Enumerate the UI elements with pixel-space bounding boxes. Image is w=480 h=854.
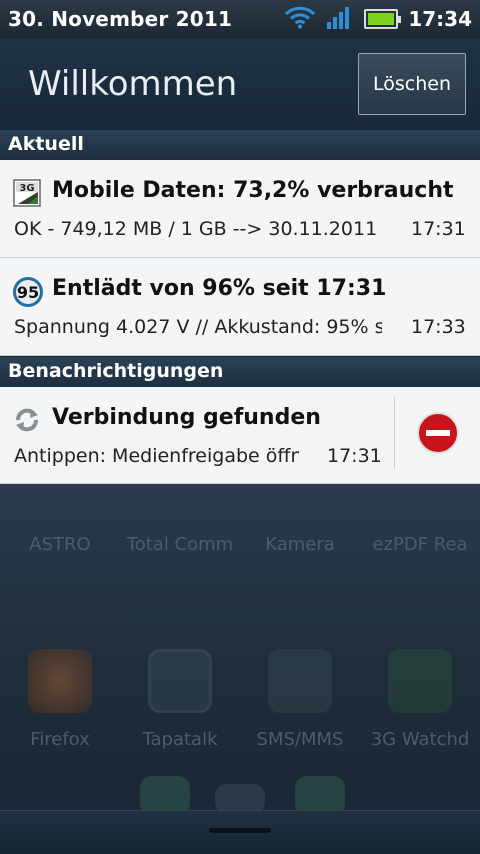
home-app-label: Tapatalk: [142, 729, 218, 750]
sync-icon: [12, 405, 42, 435]
home-app-label: ezPDF Rea: [372, 534, 468, 555]
battery-95-icon: 95: [12, 276, 43, 307]
current-item-battery[interactable]: 95 Entlädt von 96% seit 17:31 Spannung 4…: [0, 258, 480, 356]
section-notifications: Benachrichtigungen: [0, 357, 480, 387]
home-app-label: Kamera: [265, 534, 335, 555]
item-subtitle: OK - 749,12 MB / 1 GB --> 30.11.2011: [14, 218, 378, 240]
battery-icon: [364, 9, 402, 29]
home-screen-background: ASTRO Total Comm Kamera ezPDF Rea Firefo…: [0, 484, 480, 854]
battery-level: [368, 13, 395, 25]
item-time: 17:31: [327, 445, 382, 467]
3g-watchdog-icon[interactable]: [388, 649, 452, 713]
item-time: 17:33: [411, 316, 466, 338]
item-title: Entlädt von 96% seit 17:31: [52, 276, 387, 301]
status-bar: 30. November 2011 17:34: [0, 0, 480, 38]
notification-item-connection[interactable]: Verbindung gefunden Antippen: Medienfrei…: [0, 387, 480, 484]
notification-shade-handle-bar[interactable]: [0, 810, 480, 854]
current-item-mobile-data[interactable]: 3G Mobile Daten: 73,2% verbraucht OK - 7…: [0, 160, 480, 258]
item-title: Verbindung gefunden: [52, 405, 321, 430]
sms-icon[interactable]: [268, 649, 332, 713]
home-app-label: Total Comm: [126, 534, 234, 555]
divider: [394, 397, 395, 469]
dismiss-button[interactable]: [416, 411, 460, 459]
status-date: 30. November 2011: [8, 7, 233, 31]
svg-text:3G: 3G: [19, 183, 34, 194]
clear-button[interactable]: Löschen: [358, 53, 466, 115]
firefox-icon[interactable]: [28, 649, 92, 713]
signal-icon: [326, 4, 354, 34]
notification-header: Willkommen Löschen: [0, 38, 480, 130]
home-app-label: SMS/MMS: [256, 729, 344, 750]
3g-icon: 3G: [12, 178, 42, 208]
home-app-label: Firefox: [30, 729, 90, 750]
item-subtitle: Spannung 4.027 V // Akkustand: 95% sei: [14, 316, 382, 338]
battery-badge: 95: [17, 283, 39, 302]
item-title: Mobile Daten: 73,2% verbraucht: [52, 178, 454, 203]
home-app-label: 3G Watchd: [370, 729, 470, 750]
home-app-label: ASTRO: [29, 534, 91, 555]
section-current: Aktuell: [0, 130, 480, 160]
status-icons: 17:34: [284, 4, 472, 34]
header-title: Willkommen: [28, 64, 238, 104]
remove-icon: [417, 412, 459, 454]
item-time: 17:31: [411, 218, 466, 240]
drag-handle[interactable]: [209, 828, 271, 833]
item-subtitle: Antippen: Medienfreigabe öffn: [14, 445, 299, 467]
status-time: 17:34: [408, 7, 472, 31]
tapatalk-icon[interactable]: [148, 649, 212, 713]
wifi-icon: [284, 5, 316, 33]
